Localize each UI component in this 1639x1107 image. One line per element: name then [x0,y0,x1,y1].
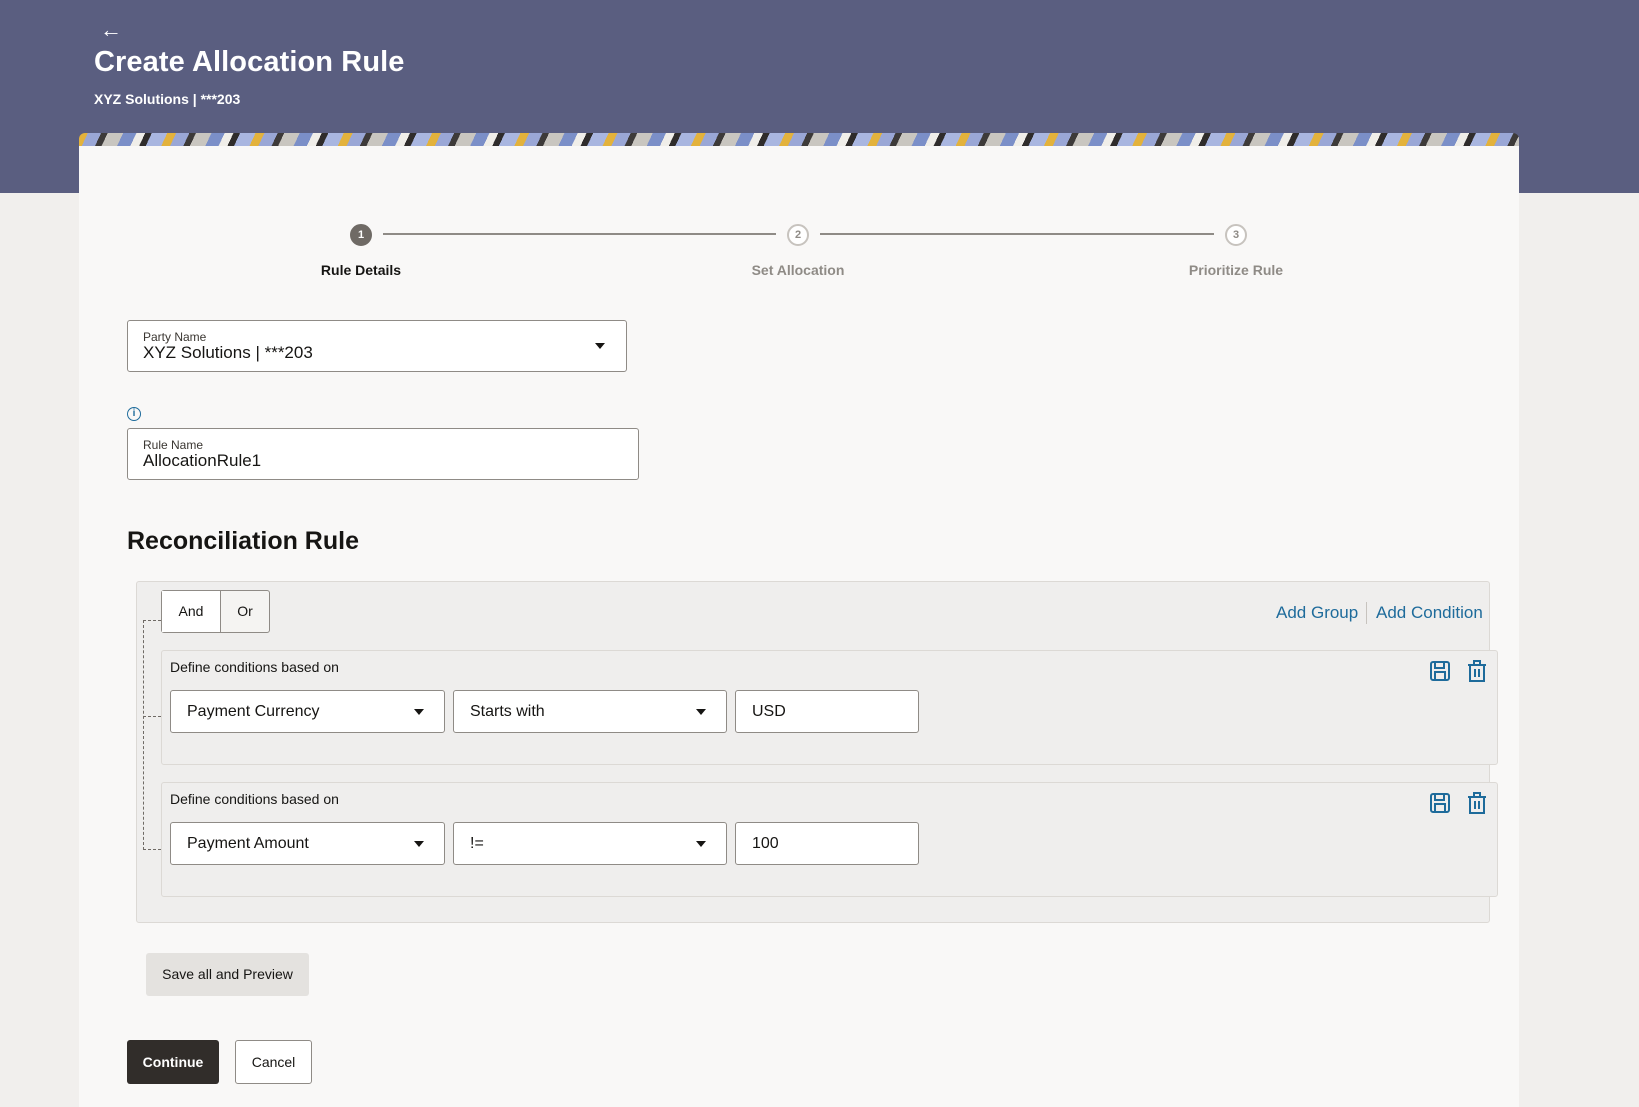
page-title: Create Allocation Rule [94,46,405,78]
condition-2-value-input[interactable]: 100 [735,822,919,865]
and-or-toggle[interactable]: And Or [161,590,270,633]
chevron-down-icon [696,709,706,715]
condition-2-value[interactable]: 100 [752,835,779,853]
continue-button[interactable]: Continue [127,1040,219,1084]
save-icon[interactable] [1429,660,1451,682]
rule-name-field[interactable]: Rule Name AllocationRule1 [127,428,639,480]
chevron-down-icon [595,343,605,349]
condition-2-operator-value: != [470,835,484,852]
tree-branch [143,849,161,850]
add-condition-link[interactable]: Add Condition [1376,603,1483,623]
arrow-left-icon[interactable]: ← [100,18,124,42]
trash-icon[interactable] [1466,660,1488,682]
save-all-preview-button[interactable]: Save all and Preview [146,953,309,996]
link-divider [1366,602,1367,624]
condition-1-field-value: Payment Currency [187,703,320,720]
chevron-down-icon [414,709,424,715]
stepper-connector [383,233,776,235]
condition-1-label: Define conditions based on [170,659,339,675]
party-name-label: Party Name [143,330,207,344]
rule-name-label: Rule Name [143,438,204,452]
page-subtitle: XYZ Solutions | ***203 [94,91,241,107]
and-toggle-button[interactable]: And [162,591,221,632]
reconciliation-rule-title: Reconciliation Rule [127,527,359,555]
step-2-indicator[interactable]: 2 [787,224,809,246]
tree-connector [143,620,144,850]
condition-2-operator-select[interactable]: != [453,822,727,865]
save-icon[interactable] [1429,792,1451,814]
condition-1-operator-select[interactable]: Starts with [453,690,727,733]
step-3-indicator[interactable]: 3 [1225,224,1247,246]
chevron-down-icon [414,841,424,847]
stepper-connector [820,233,1214,235]
step-1-indicator[interactable]: 1 [350,224,372,246]
rule-name-value[interactable]: AllocationRule1 [143,451,261,471]
party-name-value: XYZ Solutions | ***203 [143,343,313,362]
step-3-label: Prioritize Rule [1188,262,1284,278]
info-icon[interactable]: i [127,407,141,421]
or-toggle-button[interactable]: Or [221,591,269,632]
condition-1-field-select[interactable]: Payment Currency [170,690,445,733]
decorative-pattern-strip [79,133,1519,146]
condition-1-value-input[interactable]: USD [735,690,919,733]
tree-branch [143,620,161,621]
condition-2-field-value: Payment Amount [187,835,309,852]
chevron-down-icon [696,841,706,847]
party-name-select[interactable]: Party Name XYZ Solutions | ***203 [127,320,627,372]
step-2-label: Set Allocation [751,262,845,278]
condition-2-label: Define conditions based on [170,791,339,807]
add-group-link[interactable]: Add Group [1276,603,1358,623]
step-1-label: Rule Details [320,262,402,278]
condition-1-value[interactable]: USD [752,703,786,721]
condition-1-operator-value: Starts with [470,703,545,720]
cancel-button[interactable]: Cancel [235,1040,312,1084]
tree-branch [143,716,161,717]
condition-2-field-select[interactable]: Payment Amount [170,822,445,865]
trash-icon[interactable] [1466,792,1488,814]
